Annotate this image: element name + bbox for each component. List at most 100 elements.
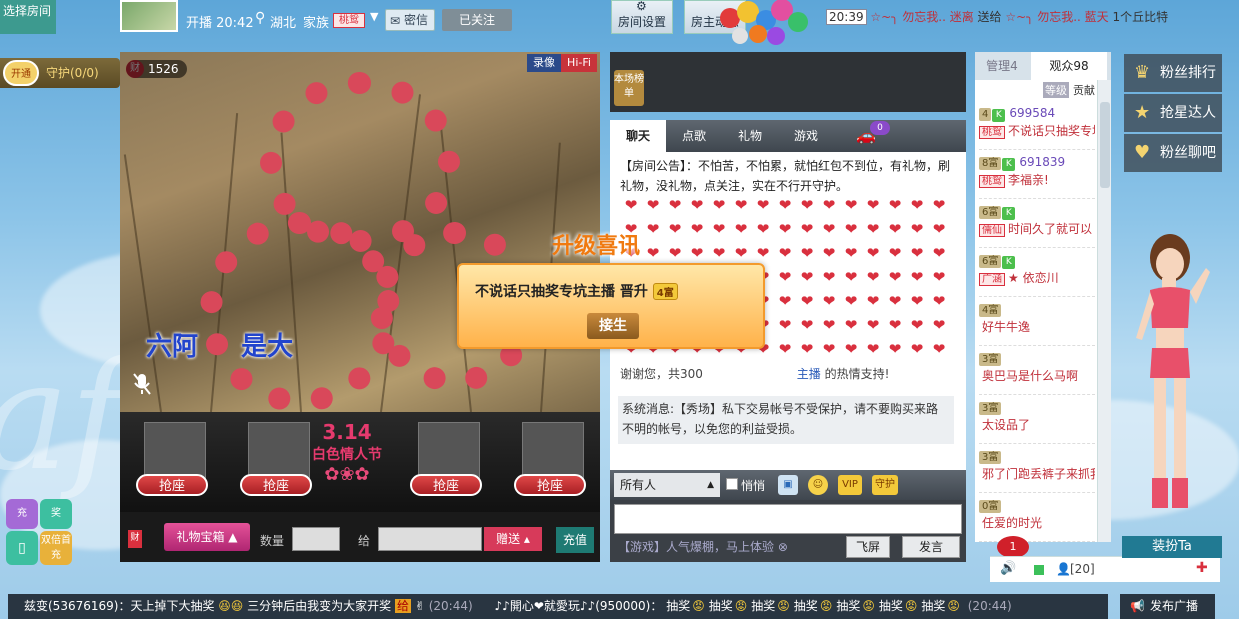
heart-emoji-icon: ❤ [844, 268, 858, 286]
star-catcher-button[interactable]: ★ 抢星达人 [1124, 94, 1222, 132]
room-settings-button[interactable]: ⚙ 房间设置 [611, 0, 673, 34]
dressup-avatar[interactable] [1128, 228, 1216, 528]
recipient-select[interactable] [378, 527, 482, 551]
record-button[interactable]: 录像 [527, 54, 561, 72]
quantity-input[interactable] [292, 527, 340, 551]
audience-scrollbar[interactable] [1097, 80, 1111, 542]
send-message-button[interactable]: 发言 [902, 536, 960, 558]
mic-muted-icon[interactable] [132, 372, 152, 396]
guard-icon[interactable]: 守护 [872, 475, 898, 495]
user-level-badge: 6富 [979, 206, 1002, 219]
user-nickname[interactable]: 奥巴马是什么马啊 [982, 369, 1078, 383]
user-nickname[interactable]: 不说话只抽奖专坑主播 [1008, 124, 1095, 138]
chat-target-select[interactable]: 所有人 ▲ [614, 473, 720, 497]
emoji-icon: 😡 [947, 599, 960, 613]
audience-footer: 🔊 👤 [20] ✚ [990, 556, 1220, 582]
tab-games[interactable]: 游戏 [778, 120, 834, 152]
audience-item[interactable]: 8富 K 691839 桃鸳 李福亲! [979, 151, 1095, 199]
audience-item[interactable]: 6富 K 广涵 ★ 依恋川 [979, 249, 1095, 297]
follow-button[interactable]: 已关注 [442, 9, 512, 31]
system-message: 系统消息:【秀场】私下交易帐号不受保护，请不要购买来路不明的帐号，以免您的利益受… [618, 396, 954, 444]
ticker-sender[interactable]: ☆~╮ 勿忘我.. 迷离 [870, 10, 973, 24]
seat-slot[interactable]: 抢座 [126, 422, 216, 502]
tab-viewers[interactable]: 观众98 [1031, 52, 1107, 80]
heart-emoji-icon: ❤ [910, 244, 924, 262]
fly-screen-button[interactable]: 飞屏 [846, 536, 890, 558]
dress-up-button[interactable]: 装扮Ta [1122, 536, 1222, 558]
tab-managers[interactable]: 管理4 [975, 52, 1029, 80]
audience-item[interactable]: 3富 邪了门跑丢裤子来抓我 [979, 445, 1095, 493]
emoji-icon[interactable]: ☺ [808, 475, 828, 495]
tab-gifts[interactable]: 礼物 [722, 120, 778, 152]
ticker-receiver[interactable]: ☆~╮ 勿忘我.. 藍天 [1005, 10, 1108, 24]
hifi-button[interactable]: Hi-Fi [561, 54, 597, 72]
user-icon: 👤 [1056, 562, 1071, 576]
family-badge[interactable]: 桃鸳 [333, 13, 365, 28]
family-badge: 儒仙 [979, 224, 1005, 237]
tab-chat[interactable]: 聊天 [610, 120, 666, 152]
private-checkbox[interactable] [726, 478, 738, 490]
user-nickname[interactable]: 李福亲! [1008, 173, 1049, 187]
audience-item[interactable]: 3富 奥巴马是什么马啊 [979, 347, 1095, 395]
seat-slot[interactable]: 抢座 [400, 422, 490, 502]
user-nickname[interactable]: 任爱的时光 [982, 516, 1042, 530]
chat-input-area: 【游戏】人气爆棚，马上体验 ⊗ 飞屏 发言 [610, 500, 966, 562]
close-icon[interactable]: ⊗ [778, 540, 788, 554]
user-nickname[interactable]: 好牛牛逸 [982, 320, 1030, 334]
location-pin-icon: ⚲ [255, 10, 266, 26]
publish-broadcast-button[interactable]: 📢 发布广播 [1120, 594, 1215, 619]
user-nickname[interactable]: ★ 依恋川 [1008, 271, 1059, 285]
gift-box-button[interactable]: 礼物宝箱 ▲ [164, 523, 250, 551]
charge-icon[interactable]: 充 [6, 499, 38, 529]
audience-item[interactable]: 6富 K 儒仙 时间久了就可以 [979, 200, 1095, 248]
double-first-charge-button[interactable]: 双倍首充 [40, 531, 72, 565]
user-nickname[interactable]: 时间久了就可以 [1008, 222, 1092, 236]
congratulate-button[interactable]: 接生 [587, 313, 639, 339]
video-player[interactable]: 财 1526 录像 Hi-Fi 六阿 是大 [120, 52, 600, 412]
fans-rank-button[interactable]: ♛ 粉丝排行 [1124, 54, 1222, 92]
audience-item[interactable]: 4富 好牛牛逸 [979, 298, 1095, 346]
notification-badge[interactable]: 1 [997, 536, 1029, 558]
fans-rank-label: 粉丝排行 [1160, 65, 1216, 81]
seat-slot[interactable]: 抢座 [504, 422, 594, 502]
award-icon[interactable]: 奖 [40, 499, 72, 529]
grab-seat-button[interactable]: 抢座 [240, 474, 312, 496]
video-caption: 六阿 是大 [146, 326, 293, 363]
tab-song-request[interactable]: 点歌 [666, 120, 722, 152]
game-promo-link[interactable]: 【游戏】人气爆棚，马上体验 ⊗ [618, 538, 788, 555]
anchor-avatar[interactable] [120, 0, 178, 32]
user-nickname[interactable]: 太设品了 [982, 418, 1030, 432]
user-nickname[interactable]: 邪了门跑丢裤子来抓我 [982, 467, 1095, 481]
chat-input[interactable] [614, 504, 962, 534]
grab-seat-button[interactable]: 抢座 [514, 474, 586, 496]
grab-seat-button[interactable]: 抢座 [410, 474, 482, 496]
fans-chat-button[interactable]: ♥ 粉丝聊吧 [1124, 134, 1222, 172]
mobile-icon[interactable]: ▯ [6, 531, 38, 565]
open-guard-button[interactable]: 开通 [3, 60, 39, 86]
speaker-icon[interactable]: 🔊 [1000, 561, 1016, 576]
audience-item[interactable]: 0富 任爱的时光 [979, 494, 1095, 542]
event-title: 3.14 [322, 420, 372, 444]
private-message-button[interactable]: ✉ 密信 [385, 9, 435, 31]
vip-icon[interactable]: VIP [838, 475, 862, 495]
seat-slot[interactable]: 抢座 [230, 422, 320, 502]
select-room-tab[interactable]: 选择房间 [0, 0, 56, 34]
audience-item[interactable]: 4K699584 桃鸳不说话只抽奖专坑主播 [979, 102, 1095, 150]
crown-icon: ♛ [1134, 62, 1151, 83]
grab-seat-button[interactable]: 抢座 [136, 474, 208, 496]
plus-icon[interactable]: ✚ [1196, 560, 1208, 576]
recharge-button[interactable]: 充值 [556, 527, 594, 553]
thanks-anchor-name[interactable]: 主播 [797, 367, 821, 381]
status-light-icon [1034, 565, 1044, 575]
send-gift-button[interactable]: 赠送 ▴ [484, 527, 542, 551]
scroll-thumb[interactable] [1100, 102, 1110, 188]
session-rank-button[interactable]: 本场榜单 [614, 70, 644, 106]
heart-emoji-icon: ❤ [800, 244, 814, 262]
chevron-down-icon[interactable]: ▼ [370, 10, 378, 23]
image-icon[interactable]: ▣ [778, 475, 798, 495]
qty-label: 数量 [260, 534, 285, 548]
seat-avatar-icon [522, 422, 584, 480]
audience-item[interactable]: 3富 太设品了 [979, 396, 1095, 444]
heart-emoji-icon: ❤ [888, 268, 902, 286]
levelup-popup: 不说话只抽奖专坑主播 晋升 4富 接生 [457, 263, 765, 349]
